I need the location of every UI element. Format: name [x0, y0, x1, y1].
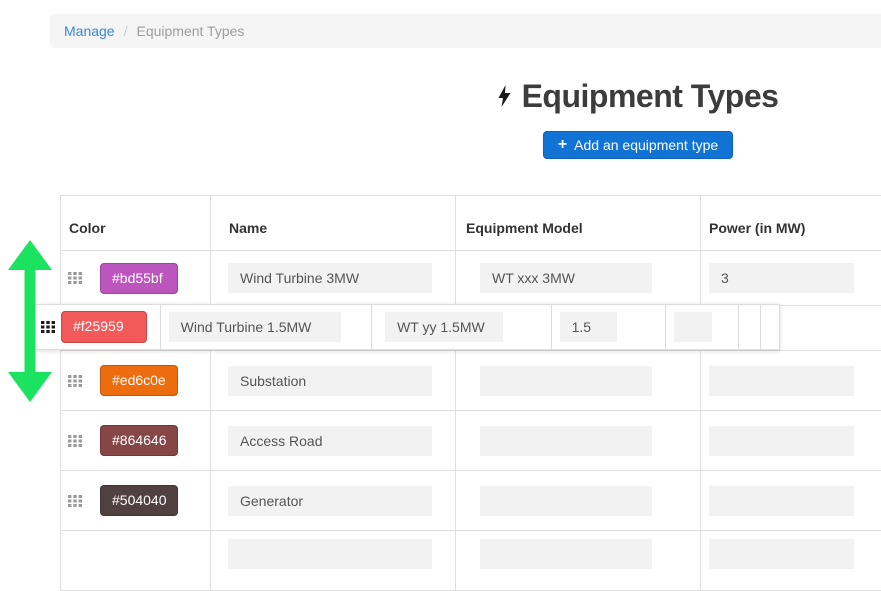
model-input[interactable] — [480, 263, 652, 293]
model-input[interactable] — [480, 366, 652, 396]
power-input[interactable] — [709, 426, 854, 456]
power-input[interactable] — [709, 486, 854, 516]
breadcrumb-separator: / — [124, 23, 128, 39]
drag-handle-icon[interactable] — [68, 435, 82, 447]
breadcrumb-current: Equipment Types — [136, 23, 244, 39]
name-input[interactable] — [228, 366, 432, 396]
power-input[interactable] — [709, 263, 854, 293]
lightning-bolt-icon — [498, 78, 511, 115]
plus-icon: + — [558, 137, 567, 153]
color-swatch[interactable]: #bd55bf — [100, 263, 178, 294]
model-input[interactable] — [480, 426, 652, 456]
color-swatch[interactable]: #504040 — [100, 485, 178, 516]
header-power: Power (in MW) — [701, 196, 881, 251]
extra-input[interactable] — [674, 312, 712, 342]
model-input[interactable] — [385, 312, 503, 342]
color-swatch[interactable]: #864646 — [100, 425, 178, 456]
color-swatch[interactable]: #f25959 — [61, 311, 147, 343]
header-model: Equipment Model — [456, 196, 701, 251]
name-input[interactable] — [228, 486, 432, 516]
equipment-types-table: Color Name Equipment Model Power (in MW)… — [60, 195, 881, 591]
power-input[interactable] — [560, 312, 617, 342]
color-swatch[interactable]: #ed6c0e — [100, 365, 178, 396]
add-equipment-type-button[interactable]: + Add an equipment type — [543, 131, 733, 159]
breadcrumb-link-manage[interactable]: Manage — [64, 23, 115, 39]
drag-handle-icon[interactable] — [41, 321, 55, 333]
power-input[interactable] — [709, 366, 854, 396]
page-title: Equipment Types — [498, 78, 779, 115]
dragged-row[interactable]: #f25959 — [30, 304, 780, 350]
name-input[interactable] — [228, 426, 432, 456]
table-header-row: Color Name Equipment Model Power (in MW) — [61, 196, 881, 251]
drag-handle-icon[interactable] — [68, 495, 82, 507]
header-color: Color — [61, 196, 211, 251]
drag-handle-icon[interactable] — [68, 272, 82, 284]
page-title-text: Equipment Types — [522, 78, 779, 115]
header-name: Name — [211, 196, 456, 251]
breadcrumb: Manage / Equipment Types — [50, 14, 881, 48]
table-row: #504040 — [61, 471, 881, 531]
table-row — [61, 531, 881, 591]
name-input[interactable] — [228, 263, 432, 293]
add-button-label: Add an equipment type — [574, 137, 718, 153]
name-input[interactable] — [228, 539, 432, 569]
table-row: #ed6c0e — [61, 351, 881, 411]
power-input[interactable] — [709, 539, 854, 569]
model-input[interactable] — [480, 486, 652, 516]
drag-handle-icon[interactable] — [68, 375, 82, 387]
name-input[interactable] — [169, 312, 341, 342]
table-row: #bd55bf — [61, 251, 881, 306]
table-row: #864646 — [61, 411, 881, 471]
model-input[interactable] — [480, 539, 652, 569]
